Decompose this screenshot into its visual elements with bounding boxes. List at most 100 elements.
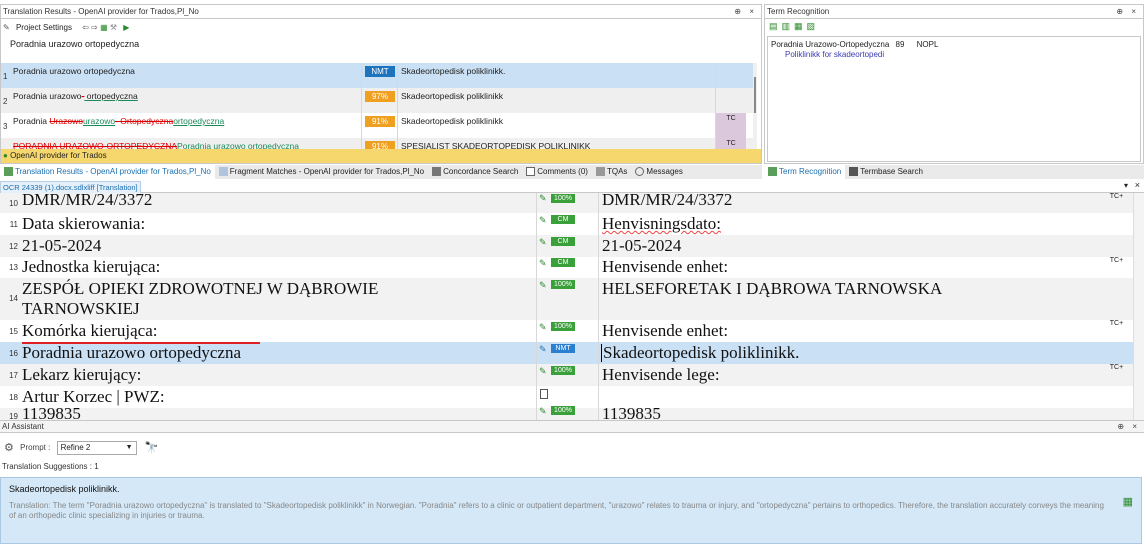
binoculars-icon[interactable]: 🔭 <box>145 442 159 454</box>
result-row[interactable]: PORADNIA URAZOWO-ORTOPEDYCZNAPoradnia ur… <box>1 138 753 149</box>
segment-row[interactable]: 19 1139835 ✎ 100% 1139835 <box>0 404 1133 420</box>
panel-pin-close-icons[interactable]: ⊕ × <box>734 5 757 19</box>
match-percent-badge: 97% <box>365 91 395 102</box>
insert-suggestion-icon[interactable]: ▦ <box>1123 495 1133 508</box>
tc-marker: TC <box>716 113 746 138</box>
termbase-search-icon <box>849 167 859 177</box>
edit-icon: ✎ <box>539 258 547 268</box>
translation-results-toolbar: ✎ Project Settings ⇦ ⇨ ▦ ⚒ ▶ <box>3 21 129 35</box>
prompt-label: Prompt : <box>20 443 51 453</box>
edit-icon: ✎ <box>539 406 547 416</box>
column-divider <box>598 193 599 420</box>
term-list-icon[interactable]: ▥ <box>782 21 795 31</box>
status-badge: CM <box>551 237 575 246</box>
edit-icon: ✎ <box>539 322 547 332</box>
result-row[interactable]: 1 Poradnia urazowo ortopedyczna NMT Skad… <box>1 63 753 88</box>
apply-icon[interactable]: ▦ <box>100 23 108 32</box>
suggestion-card[interactable]: Skadeortopedisk poliklinikk. Translation… <box>0 477 1142 544</box>
status-badge: 100% <box>551 366 575 375</box>
messages-icon <box>635 167 645 177</box>
provider-status-bar: ● OpenAI provider for Trados <box>1 149 761 163</box>
segment-row[interactable]: 10 DMR/MR/24/3372 ✎ 100% DMR/MR/24/3372 TC+ <box>0 193 1133 213</box>
tab-tqas[interactable]: TQAs <box>592 165 631 179</box>
term-recognition-panel: Term Recognition ⊕ × ▤▥▦▧ Poradnia Urazo… <box>764 4 1144 164</box>
prompt-select[interactable]: Refine 2 ▼ <box>56 441 137 455</box>
results-scrollbar[interactable] <box>753 63 757 149</box>
comments-icon <box>526 167 536 177</box>
tab-fragment-matches[interactable]: Fragment Matches - OpenAI provider for T… <box>215 165 428 179</box>
tab-term-recognition[interactable]: Term Recognition <box>764 165 846 179</box>
term-settings-icon[interactable]: ▧ <box>807 21 820 31</box>
panel-pin-close-icons[interactable]: ⊕ × <box>1117 421 1140 433</box>
panel-pin-close-icons[interactable]: ⊕ × <box>1116 5 1139 19</box>
editor-menu-icon[interactable]: ▾ <box>1124 181 1128 190</box>
bottom-tabs-right: Term Recognition Termbase Search <box>764 165 1144 179</box>
edit-icon: ✎ <box>539 193 547 203</box>
segment-row[interactable]: 15 Komórka kierująca: ✎ 100% Henvisende enhe… <box>0 320 1133 342</box>
back-icon[interactable]: ⇦ <box>82 23 89 32</box>
column-divider <box>536 193 537 420</box>
term-add-icon[interactable]: ▦ <box>794 21 807 31</box>
status-badge: 100% <box>551 322 575 331</box>
status-badge: CM <box>551 258 575 267</box>
translation-results-icon <box>4 167 13 177</box>
source-segment-text: Poradnia urazowo ortopedyczna <box>10 39 140 49</box>
tqa-icon <box>595 167 605 177</box>
tc-marker: TC+ <box>1109 193 1124 200</box>
chevron-down-icon: ▼ <box>125 444 133 451</box>
editor-grid: 10 DMR/MR/24/3372 ✎ 100% DMR/MR/24/3372 TC+ 1… <box>0 193 1144 420</box>
results-list: 1 Poradnia urazowo ortopedyczna NMT Skad… <box>1 63 753 149</box>
term-score: 89 <box>895 40 905 49</box>
status-badge: CM <box>551 215 575 224</box>
forward-icon[interactable]: ⇨ <box>91 23 98 32</box>
segment-row[interactable]: 14 ZESPÓŁ OPIEKI ZDROWOTNEJ W DĄBROWIE TA… <box>0 278 1133 320</box>
segment-row-active[interactable]: 16 Poradnia urazowo ortopedyczna ✎ NMT Skade… <box>0 342 1133 364</box>
editor-close-icon[interactable]: × <box>1135 180 1140 190</box>
tab-concordance-search[interactable]: Concordance Search <box>428 165 522 179</box>
text-cursor <box>601 344 602 362</box>
term-toolbar: ▤▥▦▧ <box>769 21 819 32</box>
result-row[interactable]: 2 Poradnia urazowo- ortopedyczna 97% Ska… <box>1 88 753 113</box>
tab-translation-results[interactable]: Translation Results - OpenAI provider fo… <box>0 165 215 179</box>
gear-icon[interactable]: ⚙ <box>4 442 14 454</box>
suggestion-text: Skadeortopedisk poliklinikk. <box>9 484 120 494</box>
document-tab[interactable]: OCR 24339 (1).docx.sdlxliff [Translation… <box>0 181 141 193</box>
project-settings-icon[interactable]: ✎ <box>3 23 10 32</box>
project-settings-button[interactable]: Project Settings <box>16 23 72 32</box>
tab-messages[interactable]: Messages <box>631 165 686 179</box>
segment-row[interactable]: 17 Lekarz kierujący: ✎ 100% Henvisende lege:… <box>0 364 1133 386</box>
result-row[interactable]: 3 Poradnia Urazowourazowo- Ortopedycznao… <box>1 113 753 138</box>
status-badge: 100% <box>551 194 575 203</box>
segment-row[interactable]: 12 21-05-2024 ✎ CM 21-05-2024 <box>0 235 1133 257</box>
edit-icon: ✎ <box>539 344 547 354</box>
tc-marker: TC <box>716 138 746 149</box>
editor-scrollbar[interactable] <box>1133 193 1144 420</box>
tab-termbase-search[interactable]: Termbase Search <box>845 165 927 179</box>
column-divider <box>397 63 398 149</box>
ai-assistant-panel: AI Assistant ⊕ × ⚙ Prompt : Refine 2 ▼ 🔭… <box>0 420 1144 551</box>
segment-row[interactable]: 13 Jednostka kierująca: ✎ CM Henvisende enhe… <box>0 257 1133 278</box>
term-recognition-title: Term Recognition ⊕ × <box>765 5 1143 19</box>
next-icon[interactable]: ▶ <box>123 23 129 32</box>
term-view-icon[interactable]: ▤ <box>769 21 782 31</box>
concordance-icon <box>432 167 442 177</box>
status-badge: NMT <box>551 344 575 353</box>
provider-icon: ● <box>3 151 8 160</box>
segment-row[interactable]: 11 Data skierowania: ✎ CM Henvisningsdato: <box>0 213 1133 235</box>
tc-marker: TC+ <box>1109 320 1124 327</box>
nmt-badge: NMT <box>365 66 395 77</box>
bottom-tabs-left: Translation Results - OpenAI provider fo… <box>0 165 762 179</box>
term-target[interactable]: Poliklinikk for skadeortopedi <box>785 50 1137 59</box>
match-percent-badge: 91% <box>365 141 395 149</box>
filter-icon[interactable]: ⚒ <box>110 23 117 32</box>
suggestion-explanation: Translation: The term "Poradnia urazowo … <box>9 501 1104 520</box>
term-source[interactable]: Poradnia Urazowo-Ortopedyczna <box>771 40 889 49</box>
ai-assistant-title: AI Assistant ⊕ × <box>0 421 1144 433</box>
tab-comments[interactable]: Comments (0) <box>522 165 592 179</box>
scrollbar-thumb[interactable] <box>754 77 756 113</box>
column-divider <box>361 63 362 149</box>
translation-results-title: Translation Results - OpenAI provider fo… <box>1 5 761 19</box>
tc-marker: TC+ <box>1109 257 1124 264</box>
status-badge: 100% <box>551 406 575 415</box>
tc-marker: TC+ <box>1109 364 1124 371</box>
